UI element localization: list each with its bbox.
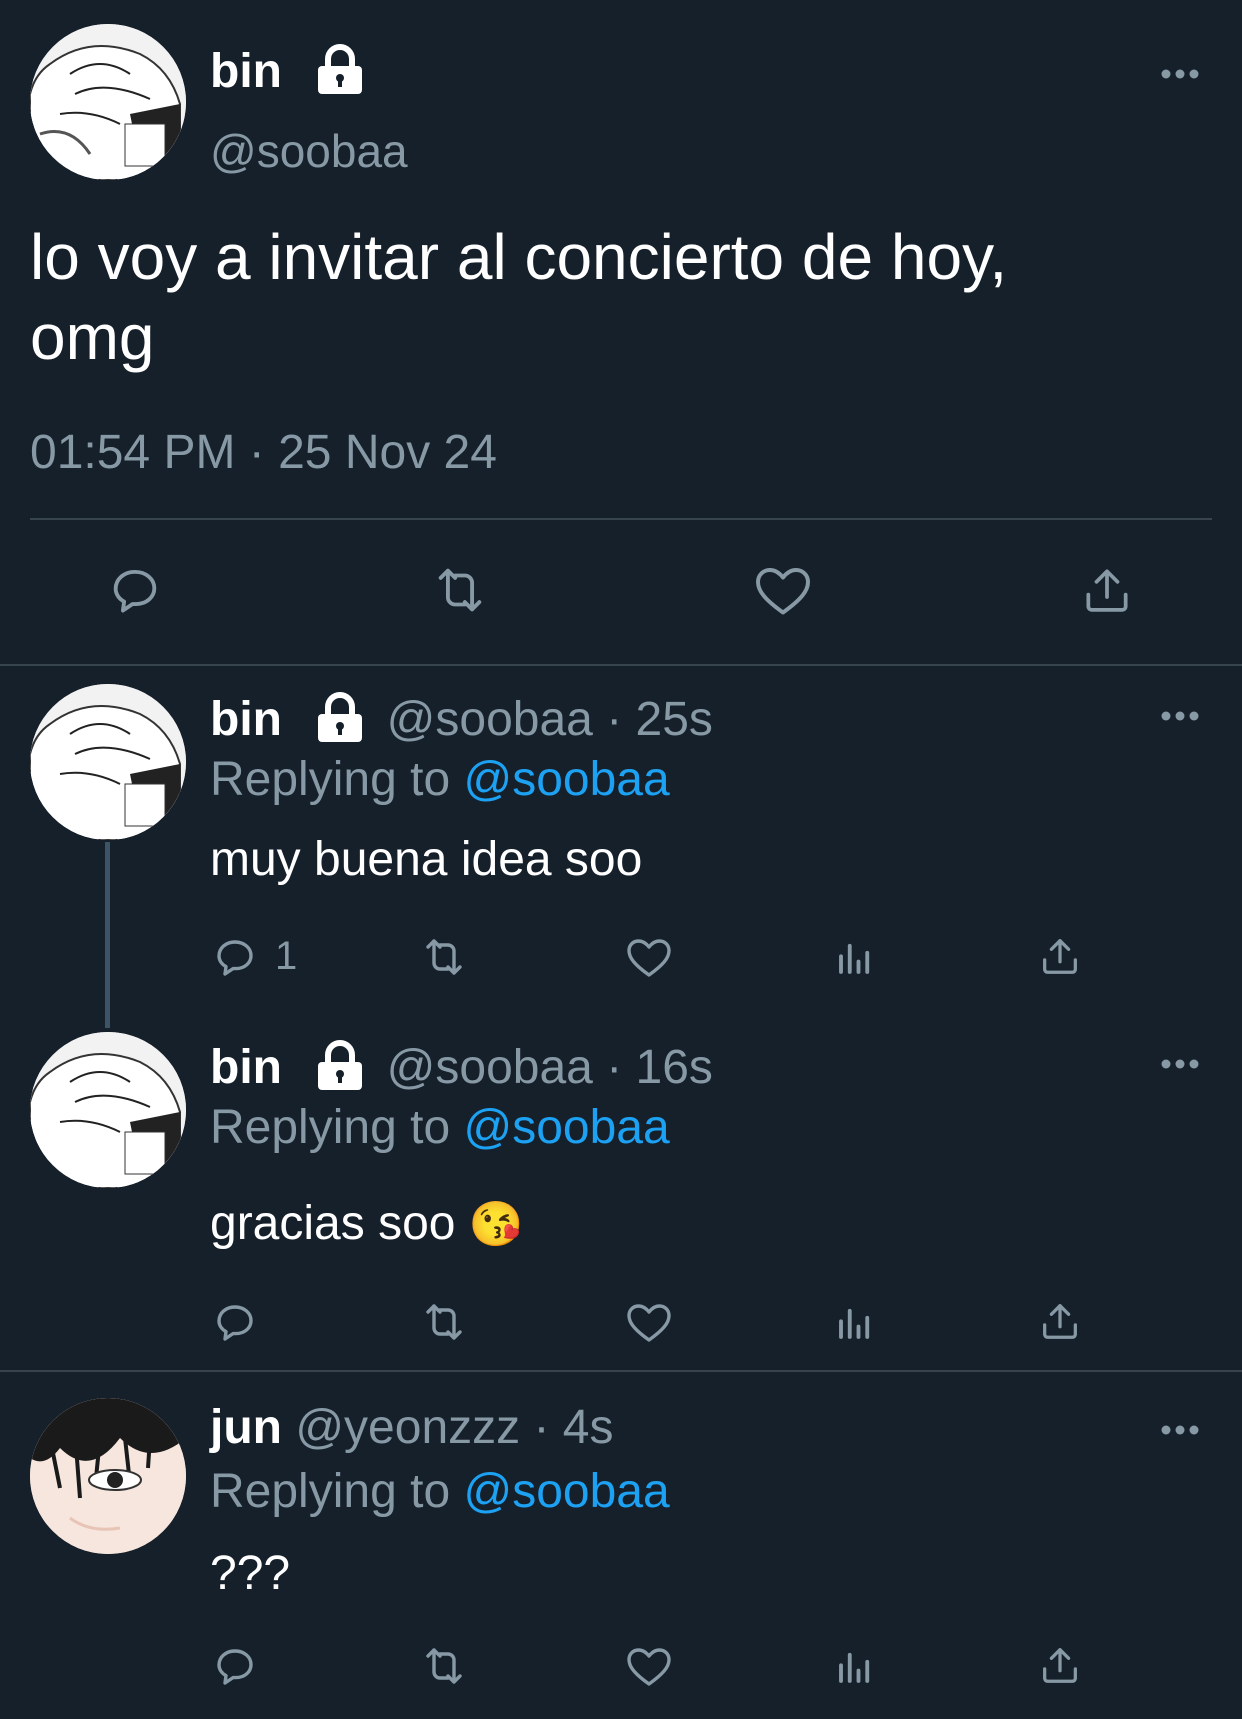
divider bbox=[30, 518, 1212, 520]
like-button[interactable] bbox=[624, 933, 674, 981]
main-tweet-text-line1: lo voy a invitar al concierto de hoy, bbox=[30, 221, 1008, 293]
reply-icon bbox=[217, 1649, 253, 1685]
reply-2-text-content: gracias soo bbox=[210, 1197, 456, 1250]
reply-2-display-name[interactable]: bin bbox=[210, 1041, 282, 1094]
analytics-button[interactable] bbox=[832, 935, 878, 981]
reply-button[interactable] bbox=[210, 1298, 260, 1346]
retweet-button[interactable] bbox=[416, 1298, 472, 1346]
share-icon bbox=[1086, 569, 1128, 612]
analytics-button[interactable] bbox=[832, 1300, 878, 1346]
avatar-bin-reply-2[interactable] bbox=[30, 1032, 186, 1188]
analytics-icon bbox=[839, 1308, 870, 1339]
replying-to-label: Replying to bbox=[210, 753, 451, 806]
more-options-icon[interactable] bbox=[1160, 67, 1200, 81]
analytics-icon bbox=[839, 943, 870, 974]
reply-3-replying-to: Replying to @soobaa bbox=[210, 1464, 670, 1519]
share-icon bbox=[1043, 939, 1077, 974]
share-button[interactable] bbox=[1036, 1297, 1084, 1345]
reply-3-header: jun @yeonzzz · 4s bbox=[210, 1400, 614, 1455]
divider bbox=[0, 664, 1242, 666]
more-options-icon[interactable] bbox=[1160, 1057, 1200, 1071]
lock-icon bbox=[318, 44, 363, 95]
share-icon bbox=[1043, 1648, 1077, 1683]
share-button[interactable] bbox=[1036, 932, 1084, 980]
kiss-emoji: 😘 bbox=[468, 1200, 524, 1249]
like-button[interactable] bbox=[624, 1642, 674, 1690]
like-button[interactable] bbox=[624, 1298, 674, 1346]
reply-1-header: bin @soobaa · 25s bbox=[210, 692, 713, 747]
reply-3-display-name[interactable]: jun bbox=[210, 1401, 282, 1454]
more-options-icon[interactable] bbox=[1160, 1423, 1200, 1437]
reply-1-replying-to: Replying to @soobaa bbox=[210, 752, 670, 807]
reply-3-handle[interactable]: @yeonzzz bbox=[295, 1401, 520, 1454]
replying-to-label: Replying to bbox=[210, 1101, 451, 1154]
reply-icon bbox=[113, 569, 157, 613]
reply-1-display-name[interactable]: bin bbox=[210, 693, 282, 746]
more-options-icon[interactable] bbox=[1160, 709, 1200, 723]
avatar-bin-reply-1[interactable] bbox=[30, 684, 186, 840]
main-display-name[interactable]: bin bbox=[210, 44, 365, 99]
reply-button[interactable] bbox=[210, 1642, 260, 1690]
retweet-icon bbox=[426, 1304, 462, 1340]
retweet-button[interactable] bbox=[425, 560, 495, 620]
like-icon bbox=[756, 568, 810, 615]
replying-to-link[interactable]: @soobaa bbox=[463, 1101, 669, 1154]
replying-to-link[interactable]: @soobaa bbox=[463, 1465, 669, 1518]
retweet-icon bbox=[438, 568, 482, 612]
reply-1-time[interactable]: · 25s bbox=[606, 693, 713, 746]
avatar-bin-main[interactable] bbox=[30, 24, 186, 180]
replying-to-link[interactable]: @soobaa bbox=[463, 753, 669, 806]
share-button[interactable] bbox=[1036, 1641, 1084, 1689]
lock-icon bbox=[318, 1040, 363, 1091]
like-icon bbox=[627, 939, 671, 977]
like-icon bbox=[627, 1304, 671, 1342]
reply-2-handle[interactable]: @soobaa bbox=[387, 1041, 593, 1094]
like-button[interactable] bbox=[752, 560, 814, 620]
share-icon bbox=[1043, 1304, 1077, 1339]
reply-2-replying-to: Replying to @soobaa bbox=[210, 1100, 670, 1155]
analytics-icon bbox=[839, 1652, 870, 1683]
avatar-jun[interactable] bbox=[30, 1398, 186, 1554]
reply-1-text: muy buena idea soo bbox=[210, 833, 643, 886]
retweet-icon bbox=[426, 1648, 462, 1684]
reply-icon bbox=[217, 940, 253, 976]
reply-count: 1 bbox=[275, 934, 298, 978]
retweet-icon bbox=[426, 939, 462, 975]
reply-button[interactable] bbox=[105, 560, 165, 620]
reply-3-time[interactable]: · 4s bbox=[533, 1401, 613, 1454]
main-timestamp[interactable]: 01:54 PM · 25 Nov 24 bbox=[30, 425, 497, 480]
main-display-name-text[interactable]: bin bbox=[210, 45, 282, 98]
reply-2-text: gracias soo 😘 bbox=[210, 1196, 524, 1251]
main-handle[interactable]: @soobaa bbox=[210, 124, 408, 178]
like-icon bbox=[627, 1648, 671, 1686]
retweet-button[interactable] bbox=[416, 1642, 472, 1690]
lock-icon bbox=[318, 692, 363, 743]
reply-3-text: ??? bbox=[210, 1547, 291, 1600]
divider bbox=[0, 1370, 1242, 1372]
analytics-button[interactable] bbox=[832, 1644, 878, 1690]
share-button[interactable] bbox=[1078, 560, 1136, 620]
main-tweet-text-line2: omg bbox=[30, 301, 155, 373]
reply-2-time[interactable]: · 16s bbox=[606, 1041, 713, 1094]
reply-icon bbox=[217, 1305, 253, 1341]
reply-button[interactable] bbox=[210, 933, 260, 981]
retweet-button[interactable] bbox=[416, 933, 472, 981]
thread-line bbox=[105, 842, 110, 1028]
replying-to-label: Replying to bbox=[210, 1465, 451, 1518]
reply-2-header: bin @soobaa · 16s bbox=[210, 1040, 713, 1095]
reply-1-handle[interactable]: @soobaa bbox=[387, 693, 593, 746]
